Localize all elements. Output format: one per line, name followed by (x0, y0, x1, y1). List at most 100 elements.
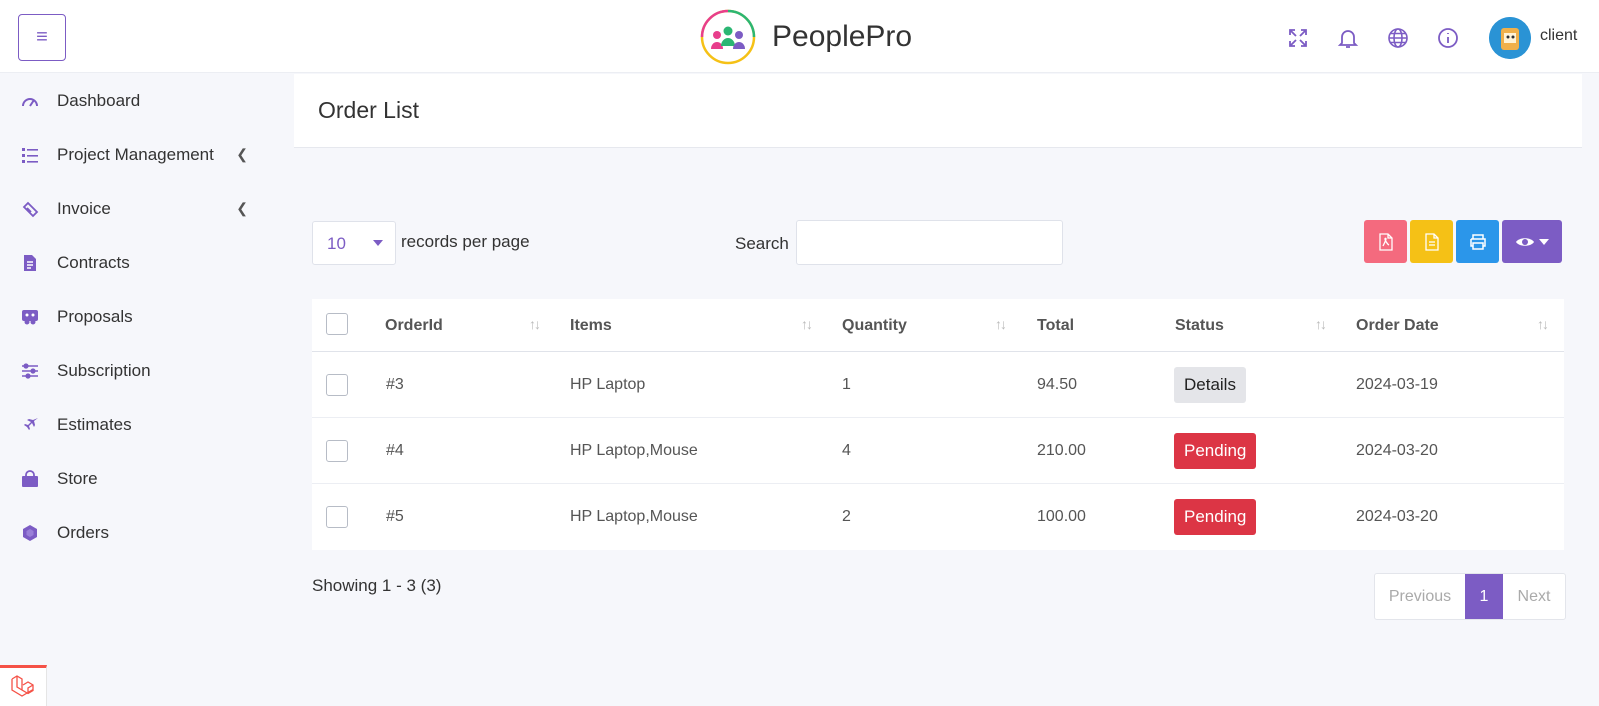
sort-icon[interactable]: ↑↓ (995, 316, 1007, 332)
orders-table: OrderId ↑↓ Items ↑↓ Quantity ↑↓ Total St… (312, 299, 1564, 550)
globe-icon[interactable] (1386, 26, 1410, 50)
sidebar-item-label: Estimates (57, 415, 132, 434)
sidebar-item-label: Project Management (57, 145, 214, 164)
page-title: Order List (318, 97, 419, 123)
sort-icon[interactable]: ↑↓ (529, 316, 541, 332)
sidebar: Dashboard Project Management ❮ Invoice ❮… (0, 74, 270, 560)
cell-items: HP Laptop,Mouse (570, 442, 698, 459)
sidebar-item-label: Subscription (57, 361, 151, 380)
sidebar-item-project-management[interactable]: Project Management ❮ (0, 128, 270, 182)
table-header: OrderId ↑↓ Items ↑↓ Quantity ↑↓ Total St… (312, 299, 1564, 352)
showing-info: Showing 1 - 3 (3) (312, 576, 442, 595)
per-page-label: records per page (401, 232, 530, 251)
cell-order-id: #5 (386, 508, 404, 525)
cell-order-id: #3 (386, 376, 404, 393)
cell-quantity: 1 (842, 376, 851, 393)
header-total[interactable]: Total (1037, 317, 1074, 335)
peoplepro-logo-icon (700, 9, 756, 65)
cell-total: 94.50 (1037, 376, 1078, 393)
per-page-value: 10 (327, 234, 346, 253)
brand-name: PeoplePro (772, 20, 913, 53)
cell-quantity: 2 (842, 508, 851, 525)
menu-toggle-button[interactable]: ≡ (18, 14, 66, 61)
page-1-button[interactable]: 1 (1465, 574, 1503, 619)
export-pdf-button[interactable] (1364, 220, 1407, 263)
chevron-left-icon: ❮ (236, 146, 248, 162)
file-text-icon (1424, 232, 1439, 251)
row-checkbox[interactable] (326, 440, 348, 462)
sidebar-item-contracts[interactable]: Contracts (0, 236, 270, 290)
sidebar-item-store[interactable]: Store (0, 452, 270, 506)
fullscreen-icon[interactable] (1286, 26, 1310, 50)
sliders-icon (22, 363, 38, 379)
list-icon (22, 148, 38, 163)
user-name[interactable]: client (1540, 27, 1577, 45)
status-badge[interactable]: Details (1174, 367, 1246, 403)
shopping-bag-icon (22, 470, 38, 487)
document-icon (24, 255, 36, 271)
cell-order-date: 2024-03-20 (1356, 508, 1438, 525)
sidebar-item-estimates[interactable]: Estimates (0, 398, 270, 452)
sidebar-item-orders[interactable]: Orders (0, 506, 270, 560)
sidebar-item-invoice[interactable]: Invoice ❮ (0, 182, 270, 236)
cell-items: HP Laptop (570, 376, 646, 393)
search-input[interactable] (796, 220, 1063, 265)
cube-icon (23, 525, 37, 541)
per-page-select[interactable]: 10 (312, 221, 396, 265)
pagination: Previous 1 Next (1374, 573, 1566, 620)
chevron-left-icon: ❮ (236, 200, 248, 216)
cell-order-date: 2024-03-20 (1356, 442, 1438, 459)
header-quantity[interactable]: Quantity (842, 317, 907, 335)
proposal-icon (22, 310, 38, 325)
row-checkbox[interactable] (326, 374, 348, 396)
next-page-button[interactable]: Next (1503, 574, 1565, 619)
print-button[interactable] (1456, 220, 1499, 263)
select-all-checkbox[interactable] (326, 313, 348, 335)
eye-icon (1516, 237, 1534, 246)
sidebar-item-label: Invoice (57, 199, 111, 218)
avatar[interactable] (1489, 17, 1531, 59)
brand[interactable]: PeoplePro (700, 9, 912, 65)
pdf-file-icon (1378, 232, 1393, 251)
sidebar-item-label: Proposals (57, 307, 133, 326)
header-status[interactable]: Status (1175, 317, 1224, 335)
sort-icon[interactable]: ↑↓ (1315, 316, 1327, 332)
speedometer-icon (22, 98, 38, 107)
page-title-card: Order List (294, 74, 1582, 148)
sidebar-item-label: Contracts (57, 253, 130, 272)
previous-page-button[interactable]: Previous (1375, 574, 1465, 619)
laravel-logo-icon (11, 675, 34, 697)
plane-icon (24, 418, 38, 430)
table-row[interactable]: #3 HP Laptop 1 94.50 Details 2024-03-19 (312, 352, 1564, 418)
sidebar-item-label: Store (57, 469, 98, 488)
table-row[interactable]: #5 HP Laptop,Mouse 2 100.00 Pending 2024… (312, 484, 1564, 550)
ticket-icon (22, 201, 39, 218)
status-badge: Pending (1174, 433, 1257, 469)
sidebar-item-label: Orders (57, 523, 109, 542)
sidebar-item-proposals[interactable]: Proposals (0, 290, 270, 344)
column-visibility-button[interactable] (1502, 220, 1562, 263)
export-button-group (1364, 220, 1565, 263)
sort-icon[interactable]: ↑↓ (1537, 316, 1549, 332)
header-order-date[interactable]: Order Date (1356, 317, 1439, 335)
table-row[interactable]: #4 HP Laptop,Mouse 4 210.00 Pending 2024… (312, 418, 1564, 484)
top-header: ≡ PeoplePro client (0, 0, 1599, 73)
row-checkbox[interactable] (326, 506, 348, 528)
search-label: Search (735, 234, 789, 253)
header-items[interactable]: Items (570, 317, 612, 335)
cell-order-date: 2024-03-19 (1356, 376, 1438, 393)
bell-icon[interactable] (1336, 26, 1360, 50)
cell-total: 100.00 (1037, 508, 1086, 525)
info-icon[interactable] (1436, 26, 1460, 50)
printer-icon (1469, 233, 1486, 250)
cell-order-id: #4 (386, 442, 404, 459)
cell-quantity: 4 (842, 442, 851, 459)
sidebar-item-subscription[interactable]: Subscription (0, 344, 270, 398)
export-csv-button[interactable] (1410, 220, 1453, 263)
header-orderid[interactable]: OrderId (385, 317, 443, 335)
laravel-debugbar-toggle[interactable] (0, 665, 47, 706)
sort-icon[interactable]: ↑↓ (801, 316, 813, 332)
status-badge: Pending (1174, 499, 1257, 535)
sidebar-item-dashboard[interactable]: Dashboard (0, 74, 270, 128)
hamburger-icon: ≡ (36, 26, 48, 48)
